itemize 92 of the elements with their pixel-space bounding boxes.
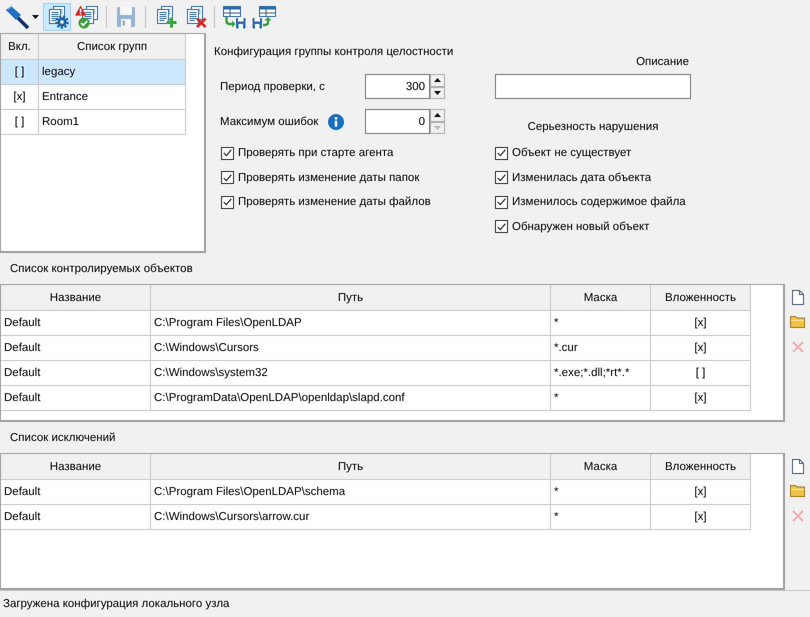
delete-icon xyxy=(792,341,804,353)
checkbox-label: Изменилась дата объекта xyxy=(512,172,652,184)
spin-up-button[interactable] xyxy=(430,109,445,122)
checkbox[interactable] xyxy=(221,171,234,184)
up-arrow-icon xyxy=(434,113,441,118)
column-header[interactable]: Название xyxy=(1,454,151,480)
table-cell: Default xyxy=(1,311,151,336)
spin-down-button[interactable] xyxy=(430,86,445,99)
checkbox[interactable] xyxy=(221,146,234,160)
column-header[interactable]: Список групп xyxy=(39,34,186,60)
form-title: Конфигурация группы контроля целостности xyxy=(214,45,454,59)
table-cell: C:\Windows\Cursors\arrow.cur xyxy=(151,505,551,530)
table-cell: C:\Program Files\OpenLDAP xyxy=(151,311,551,336)
column-header[interactable]: Путь xyxy=(151,454,551,480)
checkbox[interactable] xyxy=(495,196,508,208)
spin-up-button[interactable] xyxy=(430,74,445,86)
column-header[interactable]: Название xyxy=(1,285,151,311)
checkbox[interactable] xyxy=(495,171,508,184)
table-cell: [ ] xyxy=(651,361,751,386)
table-cell: Default xyxy=(1,480,151,505)
field-label: Максимум ошибок xyxy=(220,116,318,128)
table-cell: * xyxy=(551,505,651,530)
table-cell: Default xyxy=(1,361,151,386)
group-row[interactable]: [ ] legacy xyxy=(1,60,186,85)
up-arrow-icon xyxy=(434,78,441,82)
checkbox-label: Обнаружен новый объект xyxy=(512,220,650,232)
table-cell: [x] xyxy=(651,311,751,336)
check-icon xyxy=(497,149,506,157)
table-cell: * xyxy=(551,480,651,505)
description-field[interactable] xyxy=(495,74,691,99)
column-header[interactable]: Маска xyxy=(551,285,651,311)
checkbox-label: Проверять изменение даты файлов xyxy=(238,196,431,208)
table-load-icon xyxy=(252,4,276,28)
table-cell: Default xyxy=(1,336,151,361)
delete-icon xyxy=(792,510,804,522)
check-icon xyxy=(497,198,506,206)
column-header[interactable]: Путь xyxy=(151,285,551,311)
check-icon xyxy=(497,174,506,182)
config-button[interactable] xyxy=(43,2,71,30)
number-field[interactable]: 0 xyxy=(365,109,430,134)
table-cell: Default xyxy=(1,386,151,411)
table-cell: C:\Program Files\OpenLDAP\schema xyxy=(151,480,551,505)
info-icon[interactable] xyxy=(328,114,344,130)
group-row[interactable]: [ ] Room1 xyxy=(1,110,186,135)
column-header[interactable]: Маска xyxy=(551,454,651,480)
marker-icon xyxy=(5,4,29,28)
folder-icon xyxy=(790,485,805,497)
save-icon xyxy=(114,4,138,28)
table-cell: [x] xyxy=(651,480,751,505)
section-title: Список исключений xyxy=(10,432,116,444)
check-icon xyxy=(223,149,232,157)
caret-icon xyxy=(32,14,39,18)
column-header[interactable]: Вложенность xyxy=(651,285,751,311)
status-bar: Загружена конфигурация локального узла xyxy=(0,590,810,617)
table-cell: [x] xyxy=(651,336,751,361)
checkbox[interactable] xyxy=(495,146,508,160)
table-cell: C:\ProgramData\OpenLDAP\openldap\slapd.conf xyxy=(151,386,551,411)
table-cell: Room1 xyxy=(39,110,186,135)
checkbox-label: Проверять изменение даты папок xyxy=(238,172,420,184)
check-icon xyxy=(223,174,232,182)
checkbox[interactable] xyxy=(221,196,234,208)
table-cell: [ ] xyxy=(1,110,39,135)
table-cell: C:\Windows\system32 xyxy=(151,361,551,386)
table-save-icon xyxy=(222,4,246,28)
table-cell: C:\Windows\Cursors xyxy=(151,336,551,361)
down-arrow-icon xyxy=(434,90,441,95)
column-header[interactable]: Вкл. xyxy=(1,34,39,60)
check-icon xyxy=(223,198,232,206)
column-header[interactable]: Вложенность xyxy=(651,454,751,480)
table-cell: *.cur xyxy=(551,336,651,361)
file-icon xyxy=(792,290,804,304)
table-cell: [x] xyxy=(651,386,751,411)
documents-warning-icon xyxy=(75,4,99,28)
check-icon xyxy=(497,222,506,230)
field-label: Описание xyxy=(635,55,690,69)
checkbox-label: Изменилось содержимое файла xyxy=(512,196,686,208)
table-cell: * xyxy=(551,311,651,336)
checkbox-label: Объект не существует xyxy=(512,147,632,159)
table-cell: Default xyxy=(1,505,151,530)
checkbox[interactable] xyxy=(495,220,508,233)
checkbox-label: Проверять при старте агента xyxy=(238,147,394,159)
group-row[interactable]: [x] Entrance xyxy=(1,85,186,110)
section-title: Список контролируемых объектов xyxy=(10,262,193,274)
table-cell: [x] xyxy=(651,505,751,530)
down-arrow-icon xyxy=(434,126,441,130)
field-label: Период проверки, с xyxy=(220,80,325,92)
file-icon xyxy=(792,458,804,474)
table-cell: *.exe;*.dll;*rt*.* xyxy=(551,361,651,386)
number-field[interactable]: 300 xyxy=(365,74,430,99)
folder-icon xyxy=(790,316,805,328)
table-cell: * xyxy=(551,386,651,411)
group-title: Серьезность нарушения xyxy=(526,120,660,134)
